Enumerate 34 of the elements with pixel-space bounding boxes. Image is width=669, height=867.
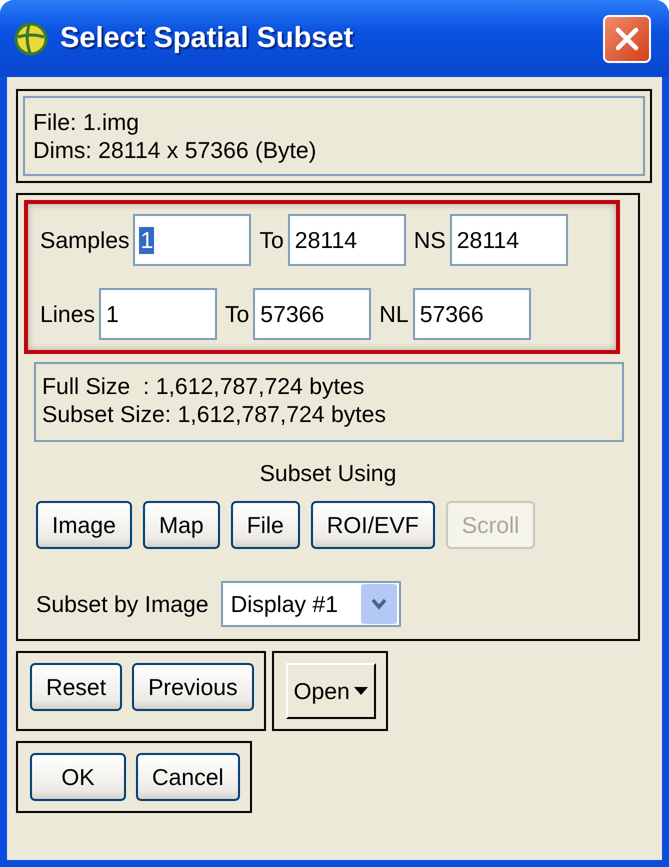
dialog-button[interactable]: Cancel	[136, 753, 240, 801]
action-button[interactable]: Reset	[30, 663, 122, 711]
field-label: To	[224, 300, 250, 328]
field-label: NS	[414, 226, 446, 254]
input-field[interactable]: 28114	[288, 214, 406, 266]
field-label: NL	[379, 300, 409, 328]
input-field[interactable]: 57366	[253, 288, 372, 340]
display-dropdown[interactable]: Display #1	[220, 581, 401, 627]
close-button[interactable]	[603, 14, 651, 62]
open-menu-button[interactable]: Open	[286, 663, 376, 719]
subset-button[interactable]: File	[230, 501, 300, 549]
size-text: Subset Size: 1,612,787,724 bytes	[42, 400, 387, 428]
action-button[interactable]: Previous	[132, 663, 254, 711]
caret-icon	[354, 686, 368, 696]
file-info-text: File: 1.img	[33, 108, 140, 136]
subset-button[interactable]: Image	[36, 501, 132, 549]
input-field[interactable]: 57366	[412, 288, 531, 340]
field-label: Samples	[40, 226, 130, 254]
window-title: Select Spatial Subset	[60, 22, 354, 55]
section-heading: Subset Using	[258, 460, 398, 487]
chevron-down-icon	[370, 598, 387, 610]
globe-icon	[14, 22, 48, 56]
field-label: To	[259, 226, 284, 254]
size-text: Full Size : 1,612,787,724 bytes	[42, 372, 366, 400]
input-field[interactable]: 28114	[450, 214, 568, 266]
subset-button[interactable]: ROI/EVF	[310, 501, 435, 549]
subset-button[interactable]: Map	[142, 501, 220, 549]
input-field[interactable]: 1	[98, 288, 217, 340]
input-field[interactable]: 1	[133, 214, 252, 266]
close-icon	[614, 26, 640, 52]
file-info-text: Dims: 28114 x 57366 (Byte)	[33, 136, 318, 164]
dialog-button[interactable]: OK	[30, 753, 126, 801]
field-label: Lines	[40, 300, 95, 328]
subset-by-label: Subset by Image	[36, 590, 209, 618]
